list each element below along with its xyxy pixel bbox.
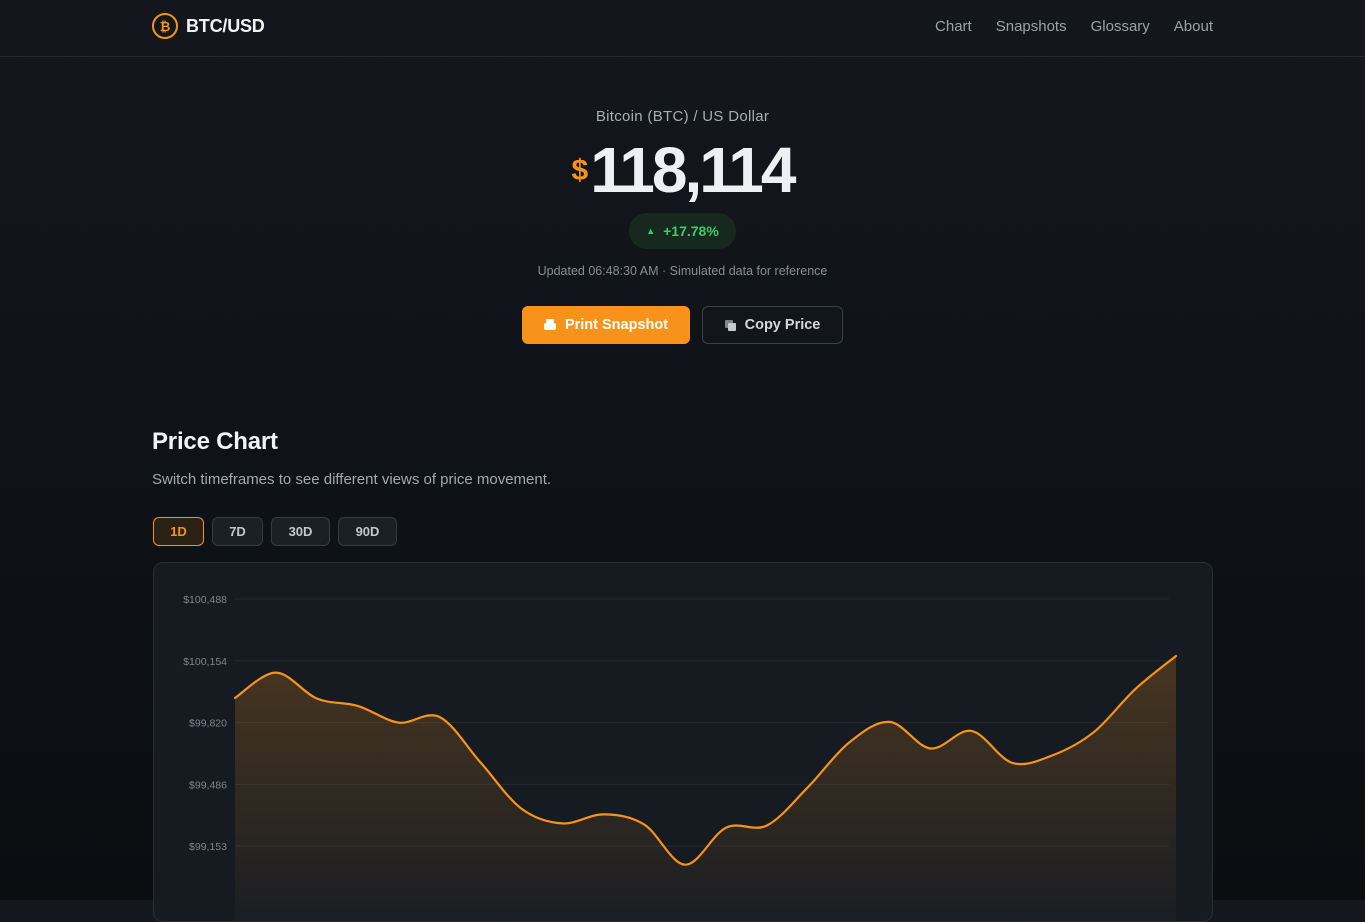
timeframe-7d-button[interactable]: 7D [212,517,263,546]
print-snapshot-label: Print Snapshot [564,317,669,333]
y-tick-label: $100,154 [183,656,227,668]
updated-timestamp: Updated 06:48:30 AM · Simulated data for… [537,264,828,278]
y-tick-label: $100,488 [183,594,227,606]
top-nav-bar: ₿ BTC/USD Chart Snapshots Glossary About [0,0,1365,57]
nav-link-chart[interactable]: Chart [935,18,972,35]
brand[interactable]: ₿ BTC/USD [152,13,265,39]
printer-icon [543,319,556,331]
copy-price-button[interactable]: Copy Price [702,306,843,344]
arrow-up-icon: ▲ [646,226,656,236]
change-badge: ▲ +17.78% [629,213,736,249]
timeframe-1d-button[interactable]: 1D [153,517,204,546]
price-chart-svg: $100,488 $100,154 $99,820 $99,486 $99,153 [183,594,1178,921]
price-chart: $100,488 $100,154 $99,820 $99,486 $99,153 [153,562,1213,922]
copy-icon [724,319,736,331]
y-tick-label: $99,153 [189,841,227,853]
current-price: 118,114 [590,134,796,206]
section-subtitle: Switch timeframes to see different views… [152,471,552,488]
price-area [235,656,1176,921]
pair-label: Bitcoin (BTC) / US Dollar [595,108,770,125]
timeframe-30d-button[interactable]: 30D [271,517,330,546]
bitcoin-icon: ₿ [152,13,178,39]
timeframe-selector: 1D 7D 30D 90D [153,517,397,546]
price-display: $ 118,114 [0,136,1365,204]
nav-link-snapshots[interactable]: Snapshots [996,18,1067,35]
copy-price-label: Copy Price [744,317,821,333]
y-tick-label: $99,820 [189,718,227,730]
print-snapshot-button[interactable]: Print Snapshot [522,306,690,344]
main-nav: Chart Snapshots Glossary About [935,18,1213,35]
nav-link-glossary[interactable]: Glossary [1091,18,1150,35]
brand-name: BTC/USD [186,15,265,36]
timeframe-90d-button[interactable]: 90D [338,517,397,546]
nav-link-about[interactable]: About [1174,18,1213,35]
currency-symbol: $ [571,154,589,187]
change-percent: +17.78% [663,223,719,239]
section-title: Price Chart [152,428,278,455]
y-tick-label: $99,486 [189,779,227,791]
